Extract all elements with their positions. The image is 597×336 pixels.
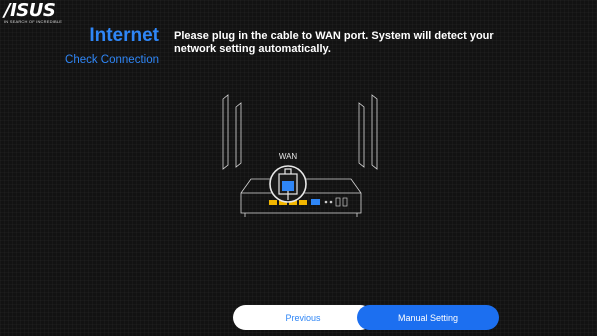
page-subtitle: Check Connection: [65, 54, 159, 66]
manual-setting-button[interactable]: Manual Setting: [357, 305, 499, 330]
page-title: Internet: [89, 25, 159, 46]
logo-tagline: IN SEARCH OF INCREDIBLE: [4, 19, 63, 24]
antenna-right-outer: [371, 94, 378, 170]
router-illustration: WAN: [222, 94, 378, 217]
antenna-left-inner: [235, 102, 242, 168]
logo-wordmark: /ISUS: [4, 0, 56, 21]
wan-port-callout: [269, 165, 307, 203]
antenna-right-inner: [358, 102, 365, 168]
instruction-text: Please plug in the cable to WAN port. Sy…: [174, 30, 494, 55]
previous-button[interactable]: Previous: [233, 305, 373, 330]
asus-logo: /ISUS IN SEARCH OF INCREDIBLE: [4, 0, 63, 25]
antenna-left-outer: [222, 94, 229, 170]
wan-port-label: WAN: [279, 152, 298, 161]
